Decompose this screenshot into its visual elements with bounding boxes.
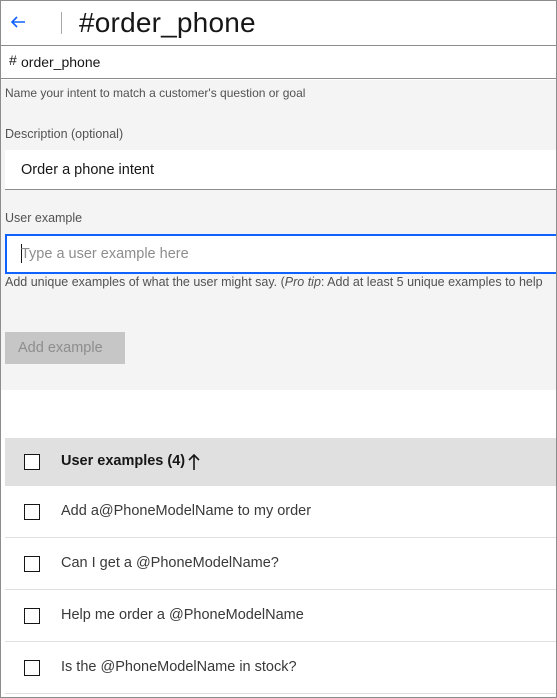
intent-name-helper: Name your intent to match a customer's q… [5, 86, 306, 100]
user-example-input[interactable] [21, 244, 541, 264]
page-header: #order_phone [1, 1, 556, 46]
user-example-field[interactable] [5, 234, 556, 274]
helper-prefix: Add unique examples of what the user mig… [5, 275, 285, 289]
description-label: Description (optional) [5, 127, 124, 141]
helper-pro-tip: Pro tip [284, 275, 321, 289]
table-row[interactable]: Is the @PhoneModelName in stock? [5, 642, 556, 694]
hash-prefix: # [9, 52, 17, 68]
intent-name-field[interactable]: # [1, 47, 556, 79]
user-example-text[interactable]: Add a@PhoneModelName to my order [61, 503, 311, 519]
add-example-button[interactable]: Add example [5, 332, 125, 364]
user-example-label: User example [5, 211, 83, 225]
helper-suffix: : Add at least 5 unique examples to help [320, 275, 543, 289]
table-row[interactable]: Add a@PhoneModelName to my order [5, 486, 556, 538]
back-button[interactable] [7, 11, 29, 33]
user-example-text[interactable]: Is the @PhoneModelName in stock? [61, 659, 297, 675]
arrow-up-icon[interactable] [187, 453, 201, 471]
header-divider [61, 12, 62, 34]
table-row[interactable]: Can I get a @PhoneModelName? [5, 538, 556, 590]
intent-editor: #order_phone # Name your intent to match… [0, 0, 557, 698]
user-examples-table: User examples (4) Add a@PhoneModelName t… [5, 438, 556, 694]
select-all-checkbox[interactable] [24, 454, 40, 470]
intent-form-panel: Name your intent to match a customer's q… [1, 80, 556, 390]
table-header: User examples (4) [5, 438, 556, 486]
intent-name-input[interactable] [21, 51, 541, 73]
page-title: #order_phone [79, 7, 256, 38]
description-field[interactable] [5, 150, 556, 190]
arrow-left-icon [10, 16, 25, 28]
row-checkbox[interactable] [24, 503, 40, 520]
user-examples-column-header[interactable]: User examples (4) [61, 453, 185, 469]
table-row[interactable]: Help me order a @PhoneModelName [5, 590, 556, 642]
user-example-text[interactable]: Can I get a @PhoneModelName? [61, 555, 279, 571]
user-example-helper: Add unique examples of what the user mig… [5, 275, 543, 289]
description-input[interactable] [21, 160, 541, 180]
row-checkbox[interactable] [24, 607, 40, 624]
row-checkbox[interactable] [24, 659, 40, 676]
row-checkbox[interactable] [24, 555, 40, 572]
user-example-text[interactable]: Help me order a @PhoneModelName [61, 607, 304, 623]
